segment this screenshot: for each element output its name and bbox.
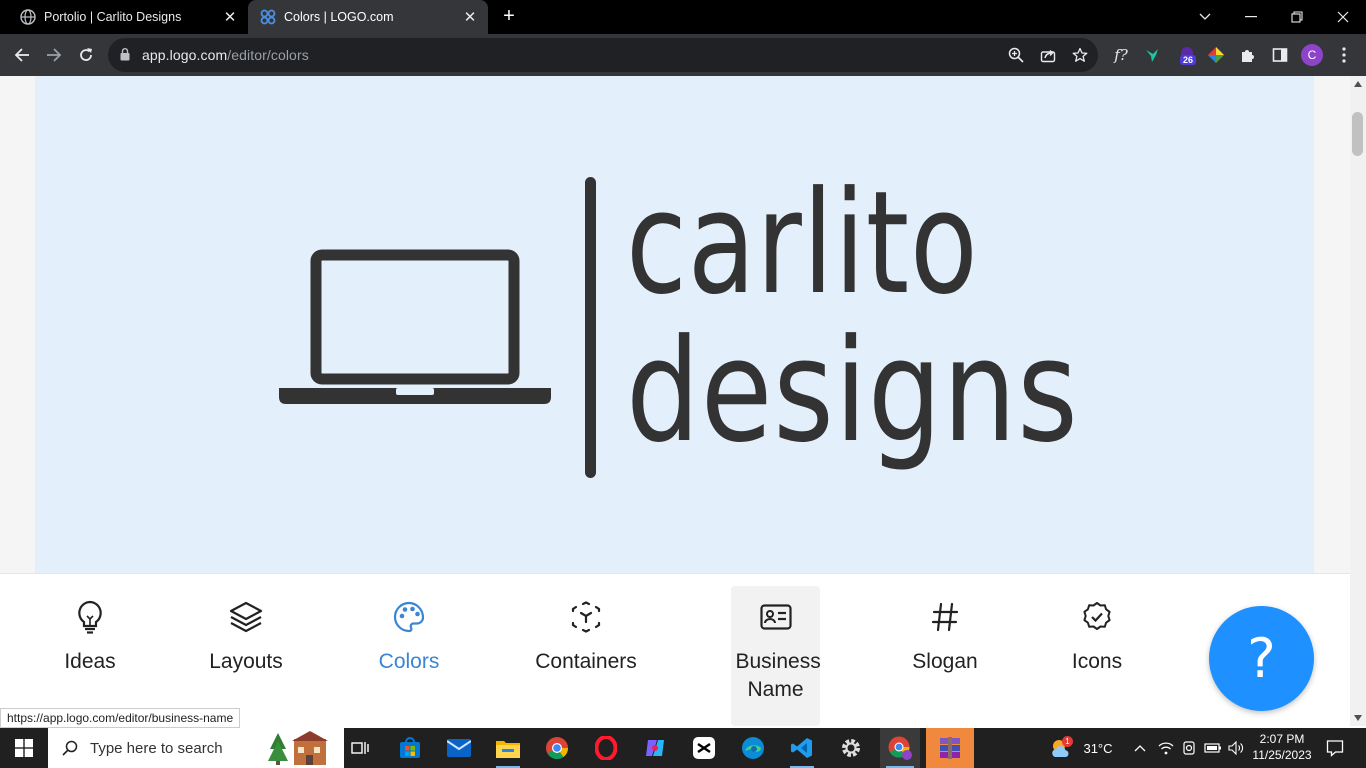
restore-icon[interactable] xyxy=(1274,0,1320,34)
mail-icon[interactable] xyxy=(441,728,477,768)
capcut-icon[interactable] xyxy=(686,728,722,768)
tool-icons[interactable]: Icons xyxy=(1037,586,1157,726)
logo-com-icon xyxy=(260,9,276,25)
logo-canvas[interactable]: carlito designs xyxy=(35,76,1314,573)
tool-slogan[interactable]: Slogan xyxy=(885,586,1005,726)
tool-label: Icons xyxy=(1071,650,1123,673)
opera-icon[interactable] xyxy=(588,728,624,768)
taskbar-clock[interactable]: 2:07 PM 11/25/2023 xyxy=(1246,731,1318,763)
new-tab-button[interactable]: + xyxy=(498,6,520,28)
scroll-down-icon[interactable] xyxy=(1353,714,1363,722)
tool-label: Containers xyxy=(535,650,637,673)
task-view-icon[interactable] xyxy=(344,728,376,768)
close-tab-icon[interactable]: ✕ xyxy=(218,5,242,29)
volume-icon[interactable] xyxy=(1226,728,1246,768)
battery-icon[interactable] xyxy=(1202,728,1224,768)
editor-tool-panel: Ideas Layouts Colors Containers Business… xyxy=(0,573,1350,726)
vscode-icon[interactable] xyxy=(784,728,820,768)
container-icon xyxy=(570,586,602,648)
badge-check-icon xyxy=(1081,586,1113,648)
tab-title: Colors | LOGO.com xyxy=(284,10,394,24)
lightbulb-icon xyxy=(76,586,104,648)
copilot-icon[interactable] xyxy=(637,728,673,768)
camera-icon[interactable] xyxy=(1179,728,1199,768)
badge-extension-icon[interactable]: 26 xyxy=(1174,42,1200,68)
share-icon[interactable] xyxy=(1038,45,1058,65)
extensions-puzzle-icon[interactable] xyxy=(1235,42,1261,68)
formula-extension-icon[interactable]: f? xyxy=(1108,42,1134,68)
lock-icon[interactable] xyxy=(120,48,130,66)
search-highlight-icon xyxy=(268,731,330,765)
tool-label: Ideas xyxy=(64,650,116,673)
back-icon[interactable] xyxy=(8,41,36,69)
side-panel-icon[interactable] xyxy=(1267,42,1293,68)
taskbar-search-box[interactable]: Type here to search xyxy=(48,728,344,768)
tool-colors[interactable]: Colors xyxy=(349,586,469,726)
microsoft-store-icon[interactable] xyxy=(392,728,428,768)
tool-layouts[interactable]: Layouts xyxy=(186,586,306,726)
tool-label: Slogan xyxy=(912,650,978,673)
file-explorer-icon[interactable] xyxy=(490,728,526,768)
menu-kebab-icon[interactable] xyxy=(1331,42,1357,68)
settings-gear-icon[interactable] xyxy=(833,728,869,768)
tab-title: Portolio | Carlito Designs xyxy=(44,10,182,24)
id-card-icon xyxy=(759,586,792,648)
tool-label: Colors xyxy=(378,650,440,673)
forward-icon[interactable] xyxy=(40,41,68,69)
network-icon[interactable] xyxy=(1156,728,1176,768)
tool-label: Business Name xyxy=(735,650,821,701)
tab-strip: Portolio | Carlito Designs ✕ Colors | LO… xyxy=(0,0,1366,34)
minimize-icon[interactable] xyxy=(1228,0,1274,34)
chrome-icon[interactable] xyxy=(539,728,575,768)
chevron-up-icon[interactable] xyxy=(1130,728,1150,768)
laptop-icon xyxy=(279,249,551,404)
clock-date: 11/25/2023 xyxy=(1252,748,1312,762)
scroll-up-icon[interactable] xyxy=(1353,80,1363,88)
palette-icon xyxy=(393,586,425,648)
notifications-icon[interactable] xyxy=(1318,728,1352,768)
page-scrollbar[interactable] xyxy=(1350,76,1366,726)
tab-colors[interactable]: Colors | LOGO.com ✕ xyxy=(248,0,488,34)
status-url-tooltip: https://app.logo.com/editor/business-nam… xyxy=(0,708,241,728)
tab-search-icon[interactable] xyxy=(1182,0,1228,34)
zoom-icon[interactable] xyxy=(1006,45,1026,65)
globe-icon xyxy=(20,9,36,25)
hummingbird-extension-icon[interactable] xyxy=(1139,42,1165,68)
scrollbar-thumb[interactable] xyxy=(1352,112,1363,156)
chrome-profile-icon[interactable] xyxy=(880,728,920,768)
editor-page: carlito designs Ideas Layouts Colors Con… xyxy=(0,76,1350,726)
hash-icon xyxy=(931,586,959,648)
profile-avatar[interactable]: C xyxy=(1299,42,1325,68)
edge-icon[interactable] xyxy=(735,728,771,768)
address-bar[interactable]: app.logo.com/editor/colors xyxy=(108,38,1098,72)
search-placeholder: Type here to search xyxy=(90,739,223,757)
tool-containers[interactable]: Containers xyxy=(516,586,656,726)
help-button[interactable]: ? xyxy=(1209,606,1314,711)
winrar-icon[interactable] xyxy=(926,728,974,768)
tab-portfolio[interactable]: Portolio | Carlito Designs ✕ xyxy=(8,0,248,34)
weather-icon[interactable]: 1 xyxy=(1044,728,1078,768)
bookmark-star-icon[interactable] xyxy=(1070,45,1090,65)
clock-time: 2:07 PM xyxy=(1259,732,1305,746)
close-tab-icon[interactable]: ✕ xyxy=(458,5,482,29)
weather-alert-badge: 1 xyxy=(1062,736,1073,747)
tool-ideas[interactable]: Ideas xyxy=(30,586,150,726)
close-window-icon[interactable] xyxy=(1320,0,1366,34)
search-icon xyxy=(62,740,78,756)
layers-icon xyxy=(229,586,263,648)
windows-start-icon[interactable] xyxy=(0,728,48,768)
tool-label: Layouts xyxy=(209,650,283,673)
logo-name-line2: designs xyxy=(626,309,1079,474)
browser-toolbar: app.logo.com/editor/colors f? 26 C xyxy=(0,34,1366,76)
weather-temperature[interactable]: 31°C xyxy=(1078,728,1118,768)
logo-name-line1: carlito xyxy=(626,161,979,326)
color-wheel-extension-icon[interactable] xyxy=(1203,42,1229,68)
windows-taskbar: Type here to search 1 31°C 2:07 PM 11/25… xyxy=(0,728,1366,768)
tool-business-name[interactable]: Business Name xyxy=(731,586,821,726)
url-text: app.logo.com/editor/colors xyxy=(142,47,309,63)
reload-icon[interactable] xyxy=(72,41,100,69)
logo-divider xyxy=(585,177,596,478)
